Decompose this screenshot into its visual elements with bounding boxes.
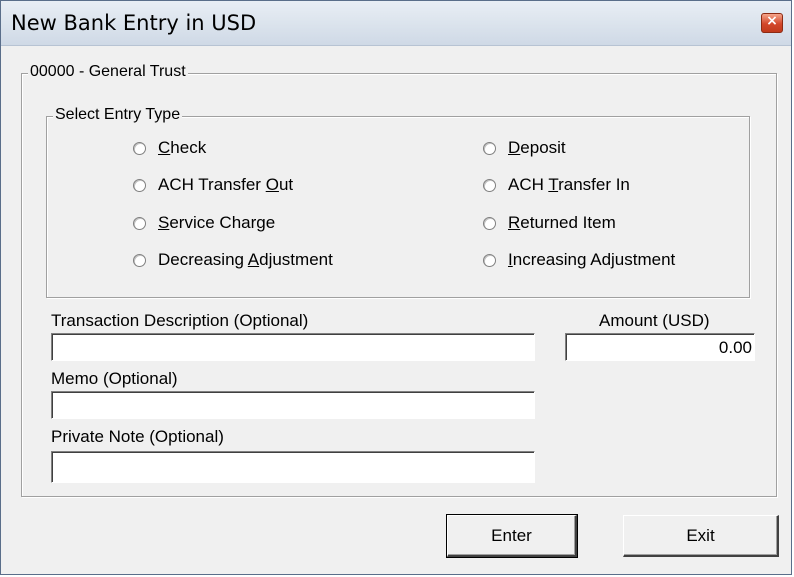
new-bank-entry-window: New Bank Entry in USD × 00000 - General … xyxy=(0,0,792,575)
radio-button[interactable] xyxy=(133,141,146,155)
radio-label: ACH Transfer In xyxy=(508,175,630,194)
radio-label: Deposit xyxy=(508,138,566,157)
radio-button[interactable] xyxy=(483,253,496,267)
private-note-label: Private Note (Optional) xyxy=(51,427,224,446)
radio-option-service-charge[interactable]: Service Charge xyxy=(133,213,275,233)
radio-button[interactable] xyxy=(133,178,146,192)
radio-option-increasing-adjustment[interactable]: Increasing Adjustment xyxy=(483,250,675,270)
radio-button[interactable] xyxy=(483,178,496,192)
radio-button[interactable] xyxy=(483,141,496,155)
description-input[interactable] xyxy=(51,333,535,361)
radio-button[interactable] xyxy=(133,216,146,230)
radio-label: Check xyxy=(158,138,207,157)
window-title: New Bank Entry in USD xyxy=(11,11,257,35)
radio-option-ach-transfer-in[interactable]: ACH Transfer In xyxy=(483,175,630,195)
private-note-input[interactable] xyxy=(51,451,535,483)
enter-button[interactable]: Enter xyxy=(446,514,578,558)
dialog-body: 00000 - General Trust Select Entry Type … xyxy=(7,47,785,568)
amount-input[interactable]: 0.00 xyxy=(565,333,755,361)
memo-input[interactable] xyxy=(51,391,535,419)
radio-option-check[interactable]: Check xyxy=(133,138,206,158)
exit-button[interactable]: Exit xyxy=(623,515,779,557)
radio-label: Increasing Adjustment xyxy=(508,250,676,269)
radio-button[interactable] xyxy=(483,216,496,230)
amount-value: 0.00 xyxy=(718,338,752,357)
radio-option-deposit[interactable]: Deposit xyxy=(483,138,566,158)
close-button[interactable]: × xyxy=(761,13,783,33)
radio-option-returned-item[interactable]: Returned Item xyxy=(483,213,616,233)
amount-label: Amount (USD) xyxy=(599,311,710,330)
radio-label: Service Charge xyxy=(158,213,276,232)
description-label: Transaction Description (Optional) xyxy=(51,311,309,330)
close-icon: × xyxy=(766,13,778,29)
radio-button[interactable] xyxy=(133,253,146,267)
memo-label: Memo (Optional) xyxy=(51,369,178,388)
radio-label: Decreasing Adjustment xyxy=(158,250,333,269)
entry-type-group-label: Select Entry Type xyxy=(53,106,183,124)
radio-option-decreasing-adjustment[interactable]: Decreasing Adjustment xyxy=(133,250,333,270)
radio-option-ach-transfer-out[interactable]: ACH Transfer Out xyxy=(133,175,293,195)
radio-label: ACH Transfer Out xyxy=(158,175,294,194)
title-bar[interactable]: New Bank Entry in USD × xyxy=(1,1,791,46)
account-group-label: 00000 - General Trust xyxy=(28,63,188,81)
radio-label: Returned Item xyxy=(508,213,616,232)
